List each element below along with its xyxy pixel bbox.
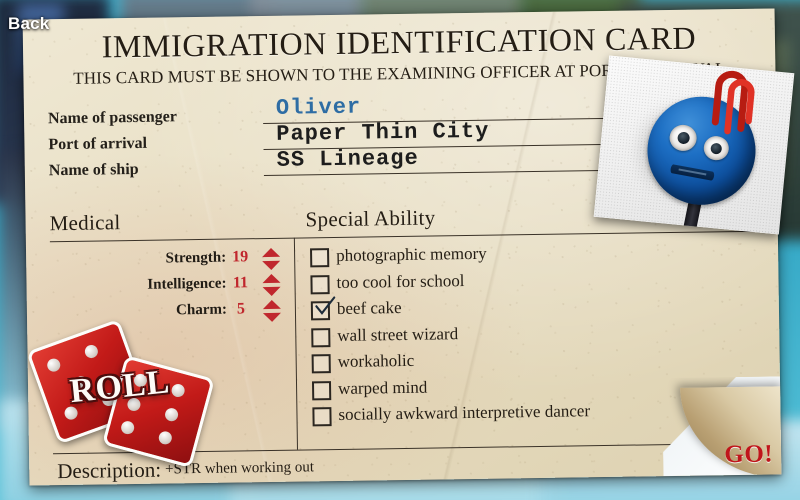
ability-checkbox[interactable] <box>310 248 330 268</box>
checkmark-icon <box>315 296 336 315</box>
intelligence-stepper[interactable] <box>262 273 281 297</box>
ability-label: warped mind <box>337 377 428 398</box>
ship-name-value: SS Lineage <box>276 145 419 173</box>
stat-label: Intelligence: <box>147 275 227 293</box>
back-button[interactable]: Back <box>8 14 49 34</box>
special-ability-section-heading: Special Ability <box>305 205 436 232</box>
passenger-name-input[interactable]: Oliver <box>276 95 362 121</box>
ability-label: wall street wizard <box>337 323 459 345</box>
ability-checkbox[interactable] <box>312 407 332 427</box>
field-label: Port of arrival <box>48 134 148 154</box>
strength-value: 19 <box>232 248 249 266</box>
ability-checkbox[interactable] <box>311 380 332 400</box>
ability-label: photographic memory <box>335 243 487 265</box>
decrement-arrow-icon[interactable] <box>262 312 282 323</box>
medical-section-heading: Medical <box>49 210 121 236</box>
roll-button[interactable]: ROLL <box>23 315 221 469</box>
description-label: Description: <box>57 457 162 484</box>
ability-label: socially awkward interpretive dancer <box>338 401 591 424</box>
ability-checkbox[interactable] <box>310 274 330 294</box>
ability-checkbox[interactable] <box>310 296 336 321</box>
field-label: Name of ship <box>48 160 139 180</box>
increment-arrow-icon[interactable] <box>262 299 281 310</box>
field-label: Name of passenger <box>47 108 178 128</box>
paperclip-icon <box>711 70 755 135</box>
ability-label: too cool for school <box>336 270 465 292</box>
decrement-arrow-icon[interactable] <box>262 260 281 271</box>
strength-stepper[interactable] <box>262 247 281 271</box>
ability-checkbox[interactable] <box>311 327 331 347</box>
decrement-arrow-icon[interactable] <box>262 286 281 297</box>
stat-label: Strength: <box>165 249 227 267</box>
port-of-arrival-value: Paper Thin City <box>276 118 490 147</box>
ability-label: workaholic <box>337 350 415 371</box>
ability-label: beef cake <box>336 298 402 318</box>
increment-arrow-icon[interactable] <box>262 273 281 284</box>
charm-stepper[interactable] <box>262 299 282 323</box>
column-divider <box>293 237 298 450</box>
stat-row-intelligence: Intelligence: 11 <box>50 272 288 302</box>
increment-arrow-icon[interactable] <box>262 247 281 258</box>
passenger-photo <box>593 55 795 235</box>
stat-row-strength: Strength: 19 <box>50 246 288 276</box>
intelligence-value: 11 <box>232 274 249 292</box>
ability-checkbox[interactable] <box>311 354 331 374</box>
charm-value: 5 <box>236 300 246 318</box>
go-button[interactable]: GO! <box>724 441 773 470</box>
